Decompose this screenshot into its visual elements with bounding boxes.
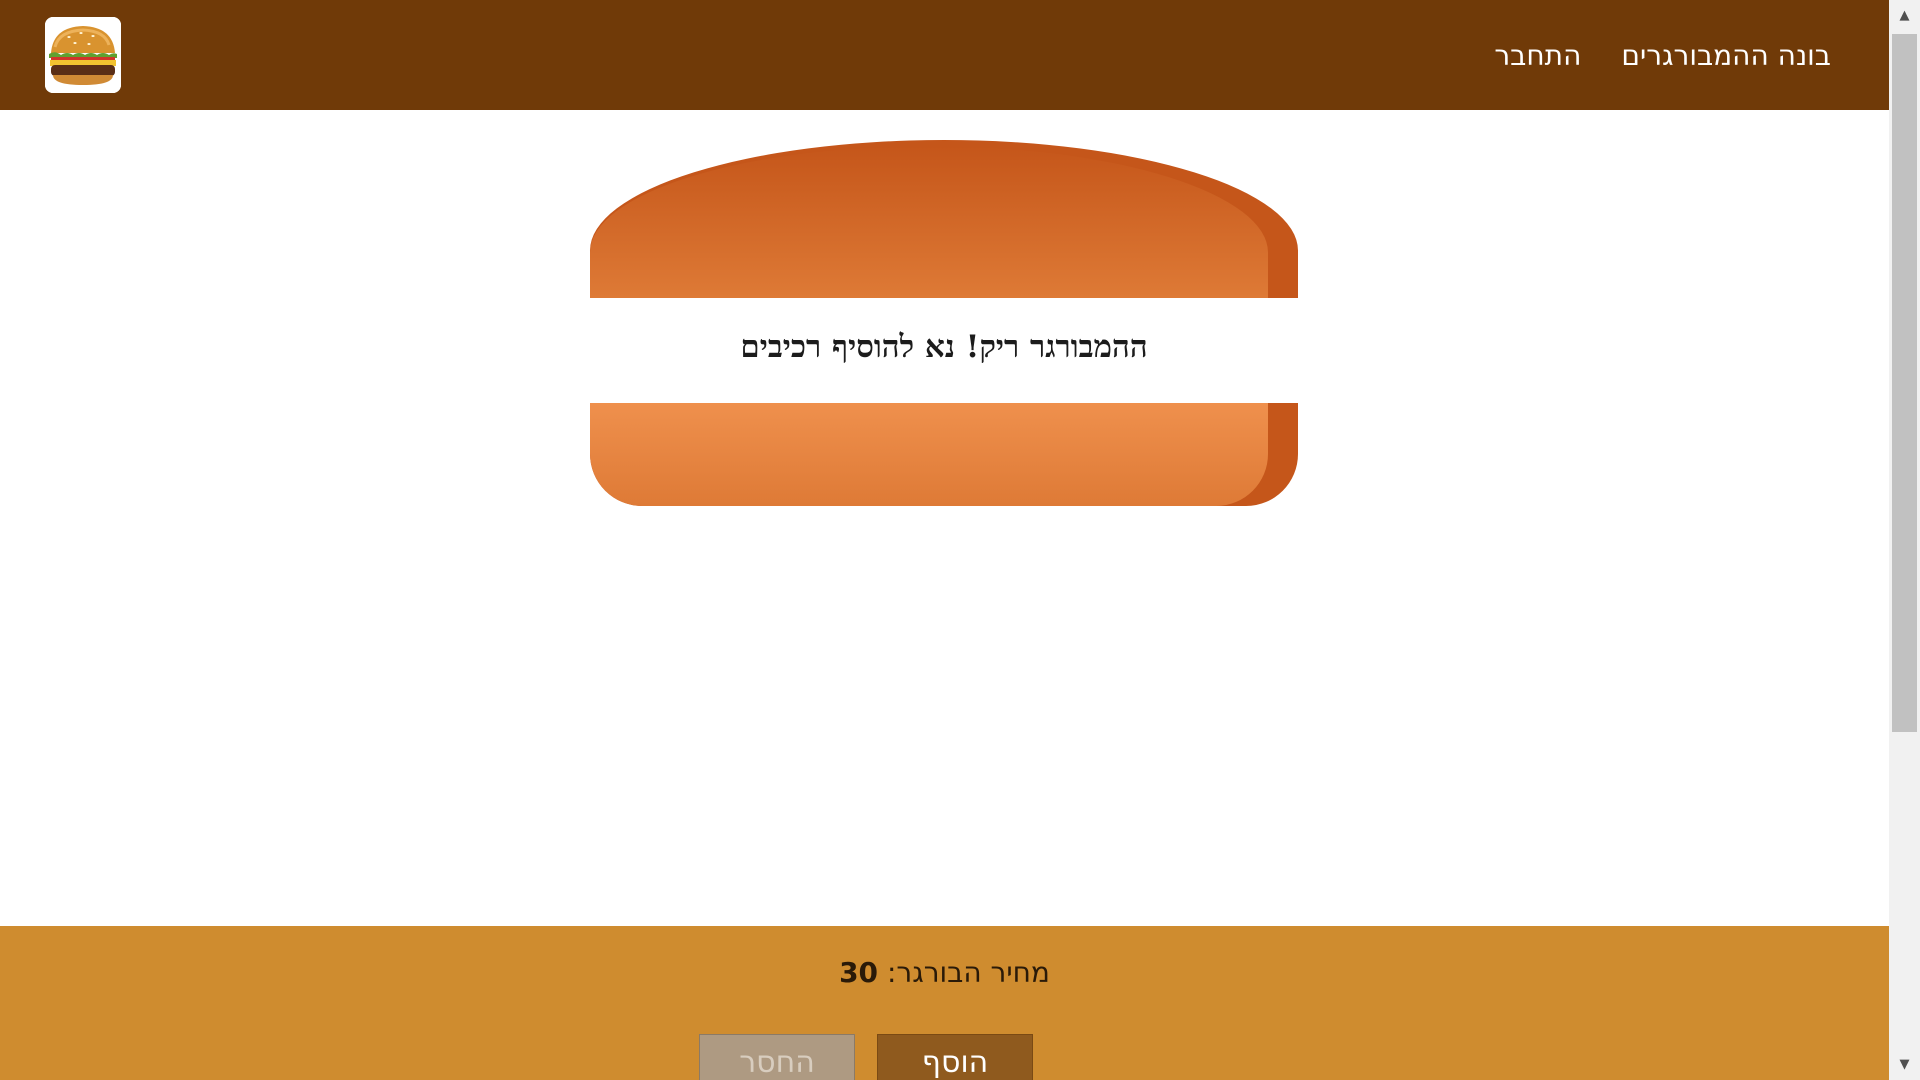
bread-top: [590, 140, 1298, 298]
toolbar: בונה ההמבורגרים התחבר: [0, 0, 1889, 110]
empty-burger-message: ההמבורגר ריק! נא להוסיף רכיבים: [740, 328, 1148, 365]
hamburger-logo-icon[interactable]: [45, 17, 121, 93]
less-button[interactable]: החסר: [699, 1034, 855, 1080]
page: בונה ההמבורגרים התחבר ההמבורגר ריק! נא ל…: [0, 0, 1889, 1080]
burger-price: מחיר הבורגר: 30: [0, 956, 1889, 989]
scrollbar-thumb[interactable]: [1892, 34, 1917, 732]
bread-top-face: [590, 146, 1268, 298]
scroll-up-arrow-icon[interactable]: ▲: [1889, 0, 1920, 31]
more-button[interactable]: הוסף: [877, 1034, 1033, 1080]
bread-bottom-face: [590, 403, 1268, 506]
nav-burger-builder[interactable]: בונה ההמבורגרים: [1621, 31, 1831, 80]
nav-login[interactable]: התחבר: [1494, 31, 1581, 80]
burger-preview: ההמבורגר ריק! נא להוסיף רכיבים: [590, 140, 1298, 506]
scroll-down-arrow-icon[interactable]: ▼: [1889, 1049, 1920, 1080]
price-value: 30: [839, 956, 879, 989]
price-label: מחיר הבורגר:: [886, 956, 1050, 989]
bread-bottom: [590, 403, 1298, 506]
build-controls: מחיר הבורגר: 30 החסר הוסף: [0, 926, 1889, 1080]
vertical-scrollbar[interactable]: ▲ ▼: [1889, 0, 1920, 1080]
navigation: בונה ההמבורגרים התחבר: [1494, 0, 1831, 110]
